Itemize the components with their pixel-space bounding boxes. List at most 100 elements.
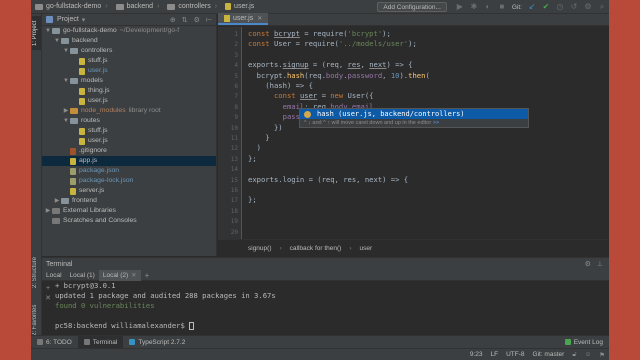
tree-item[interactable]: ▼ controllers	[42, 46, 216, 56]
run-icon[interactable]: ▶	[454, 1, 466, 13]
collapse-all-icon[interactable]: ⇅	[182, 16, 188, 24]
editor-breadcrumb-item[interactable]: signup()	[248, 245, 271, 252]
file-encoding[interactable]: UTF-8	[506, 351, 524, 358]
terminal-title: Terminal	[46, 260, 73, 268]
tree-item[interactable]: Scratches and Consoles	[42, 216, 216, 226]
terminal-output[interactable]: + bcrypt@3.0.1 updated 1 package and audi…	[42, 281, 609, 331]
tree-item-label: app.js	[79, 157, 98, 164]
gear-icon[interactable]: ⚙	[585, 260, 591, 268]
tree-item[interactable]: stuff.js	[42, 126, 216, 136]
tree-item[interactable]: ▼ backend	[42, 36, 216, 46]
tree-item[interactable]: server.js	[42, 186, 216, 196]
left-tool-strip: 1: Project 2: Structure 2: Favorites	[31, 14, 42, 346]
expand-arrow-icon[interactable]: ▼	[62, 116, 70, 126]
nav-crumb-project[interactable]: go-fullstack-demo ›	[31, 0, 112, 14]
line-separator[interactable]: LF	[491, 351, 499, 358]
add-configuration-button[interactable]: Add Configuration...	[377, 2, 447, 12]
editor-breadcrumb-item[interactable]: callback for then()	[290, 245, 342, 252]
typescript-tool-tab[interactable]: TypeScript 2.7.2	[123, 336, 191, 349]
close-icon[interactable]: ✕	[131, 272, 136, 279]
event-log-icon	[564, 339, 571, 345]
expand-arrow-icon[interactable]: ▶	[62, 106, 70, 116]
project-tree: ▼ go-fullstack-demo ~/Development/go-f ▼ bac…	[42, 26, 216, 226]
stop-icon[interactable]: ■	[496, 1, 508, 13]
terminal-header: Terminal ⚙ ⊥	[42, 258, 609, 270]
expand-arrow-icon[interactable]: ▼	[62, 46, 70, 56]
lock-icon[interactable]: 🔓︎	[572, 351, 576, 359]
tree-item[interactable]: user.js	[42, 136, 216, 146]
inspector-icon[interactable]: ☺	[585, 351, 592, 358]
expand-arrow-icon[interactable]: ▶	[44, 206, 52, 216]
json-icon	[70, 167, 76, 175]
locate-icon[interactable]: ⊕	[170, 16, 176, 24]
caret-position[interactable]: 9:23	[470, 351, 483, 358]
close-icon[interactable]: ✕	[257, 15, 262, 22]
terminal-panel: Terminal ⚙ ⊥ Local Local (1) Local (2) ✕ + +…	[42, 257, 609, 333]
editor-tab-user-js[interactable]: user.js ✕	[218, 13, 269, 25]
hide-panel-icon[interactable]: ⊥	[597, 260, 603, 268]
gear-icon[interactable]: ⚙	[194, 16, 200, 24]
tree-item[interactable]: ▼ models	[42, 76, 216, 86]
folder-icon	[70, 78, 78, 84]
tree-item[interactable]: user.js	[42, 96, 216, 106]
structure-tool-tab[interactable]: 2: Structure	[32, 250, 41, 294]
folder-icon	[70, 118, 78, 124]
autocomplete-hint-link[interactable]: >>	[433, 120, 439, 126]
terminal-tab[interactable]: Local (1)	[66, 270, 99, 281]
tree-item[interactable]: stuff.js	[42, 56, 216, 66]
parameter-icon	[304, 110, 311, 118]
tree-item[interactable]: ▼ go-fullstack-demo ~/Development/go-f	[42, 26, 216, 36]
git-history-icon[interactable]: ◷	[554, 1, 566, 13]
folder-icon	[70, 48, 78, 54]
editor-breadcrumb-item[interactable]: user	[360, 245, 373, 252]
search-everywhere-icon[interactable]: ⌕	[596, 1, 608, 13]
coverage-icon[interactable]: ◐	[482, 1, 494, 13]
tree-item-label: user.js	[88, 97, 108, 104]
js-icon	[79, 127, 85, 135]
git-commit-icon[interactable]: ✔	[540, 1, 552, 13]
terminal-tab[interactable]: Local	[42, 270, 66, 281]
git-branch[interactable]: Git: master	[533, 351, 565, 358]
debug-icon[interactable]: ✱	[468, 1, 480, 13]
notifications-icon[interactable]: ⚑	[599, 351, 605, 359]
settings-icon[interactable]: ⚙	[582, 1, 594, 13]
tree-item[interactable]: ▶ node_modules library root	[42, 106, 216, 116]
tree-item[interactable]: app.js	[42, 156, 216, 166]
nav-crumb-backend[interactable]: backend ›	[112, 0, 164, 14]
code-line: const User = require('../models/user');	[248, 39, 417, 49]
hide-panel-icon[interactable]: ⊢	[206, 16, 212, 24]
project-panel-title[interactable]: Project	[57, 16, 79, 23]
new-terminal-tab-icon[interactable]: +	[141, 270, 154, 281]
tree-item-label: frontend	[72, 197, 97, 204]
tree-item[interactable]: package.json	[42, 166, 216, 176]
expand-arrow-icon[interactable]: ▶	[53, 196, 61, 206]
tree-item[interactable]: ▼ routes	[42, 116, 216, 126]
code-text[interactable]: const bcrypt = require('bcrypt'); const U…	[248, 27, 609, 239]
tree-item[interactable]: package-lock.json	[42, 176, 216, 186]
nav-crumb-controllers[interactable]: controllers ›	[163, 0, 221, 14]
git-revert-icon[interactable]: ↺	[568, 1, 580, 13]
folder-icon	[167, 3, 176, 10]
chevron-down-icon[interactable]: ▾	[82, 16, 86, 24]
nav-crumb-file[interactable]: user.js	[221, 0, 258, 14]
expand-arrow-icon[interactable]: ▼	[53, 36, 61, 46]
folder-icon	[61, 198, 69, 204]
git-update-icon[interactable]: ↙	[526, 1, 538, 13]
terminal-tool-tab[interactable]: Terminal	[77, 335, 124, 349]
terminal-line: found 0 vulnerabilities	[55, 301, 609, 311]
tree-item[interactable]: ▶ External Libraries	[42, 206, 216, 216]
autocomplete-item[interactable]: hash (user.js, backend/controllers)	[300, 109, 528, 119]
code-line: }	[248, 133, 270, 142]
tree-item[interactable]: user.js	[42, 66, 216, 76]
tree-item[interactable]: .gitignore	[42, 146, 216, 156]
expand-arrow-icon[interactable]: ▼	[62, 76, 70, 86]
terminal-line-text: updated 1 package and audited 288 packag…	[55, 291, 276, 300]
tree-item[interactable]: thing.js	[42, 86, 216, 96]
tree-item[interactable]: ▶ frontend	[42, 196, 216, 206]
todo-tool-tab[interactable]: 6: TODO	[31, 336, 78, 349]
terminal-tab[interactable]: Local (2) ✕	[98, 269, 141, 281]
expand-arrow-icon[interactable]: ▼	[44, 26, 52, 36]
project-panel-header: Project ▾ ⊕ ⇅ ⚙ ⊢	[42, 14, 216, 26]
project-tool-tab[interactable]: 1: Project	[32, 16, 41, 50]
event-log-tool-tab[interactable]: Event Log	[559, 336, 609, 349]
